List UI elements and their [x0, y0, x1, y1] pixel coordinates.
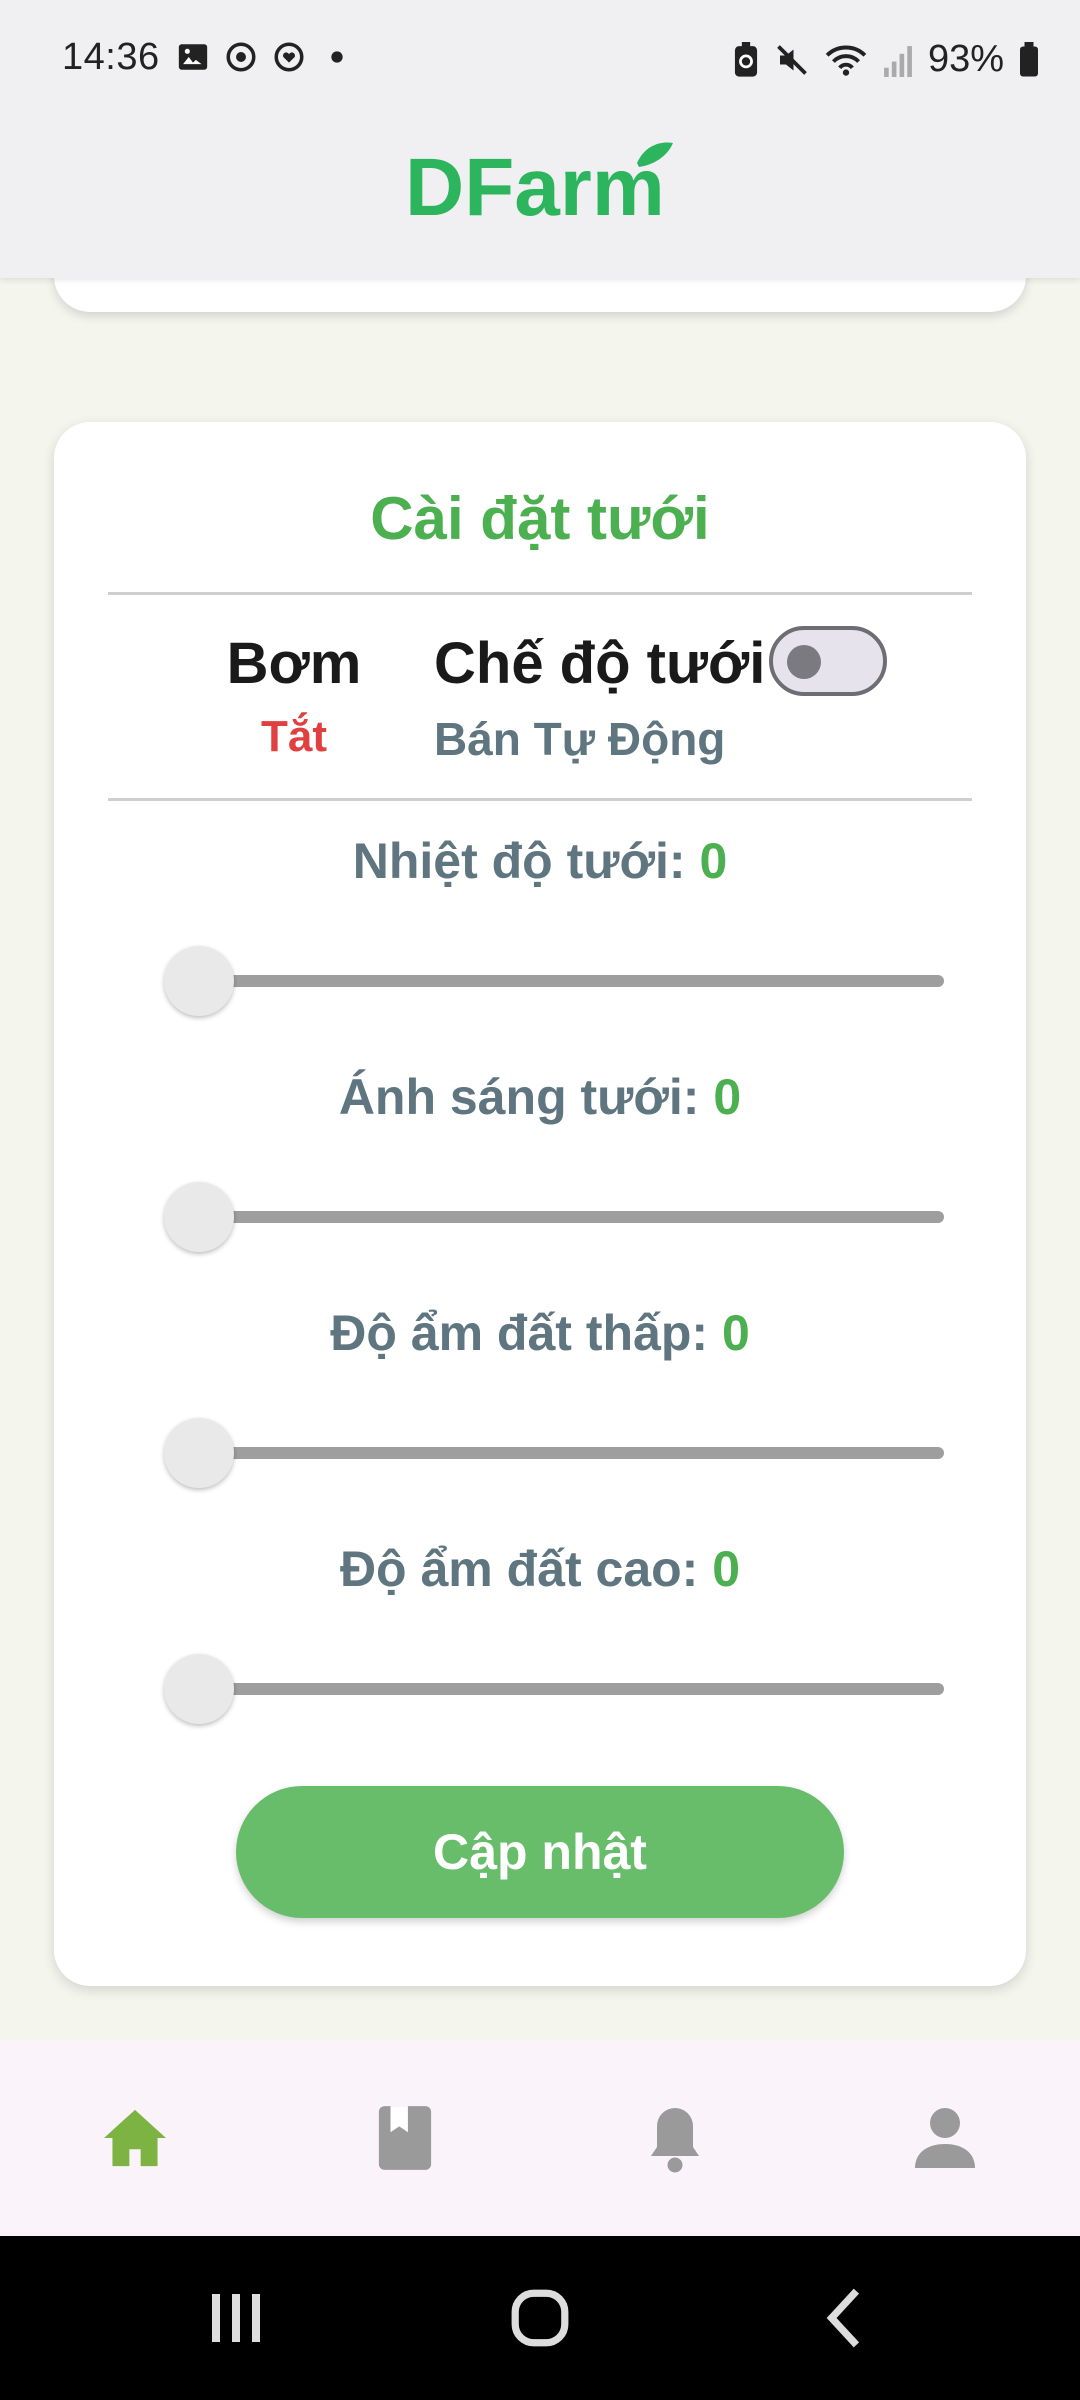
bottom-navigation — [0, 2040, 1080, 2236]
person-icon — [915, 2108, 975, 2168]
mute-icon — [777, 44, 807, 75]
status-time: 14:36 — [62, 36, 160, 78]
system-icons: 93% — [732, 38, 1040, 81]
temperature-label: Nhiệt độ tưới: 0 — [352, 833, 728, 889]
temperature-value: 0 — [699, 833, 728, 889]
irrigation-settings-card: Cài đặt tưới Bơm Tắt Chế độ tưới Bán Tự … — [54, 422, 1026, 1986]
battery-icon — [1020, 41, 1038, 76]
bell-icon — [651, 2108, 699, 2173]
battery-saver-icon — [734, 41, 758, 77]
back-icon — [826, 2288, 860, 2348]
system-navigation-bar — [0, 2236, 1080, 2400]
book-icon — [378, 2106, 432, 2170]
divider — [108, 798, 972, 801]
app-header: 14:36 93% DFarm — [0, 0, 1080, 278]
divider — [108, 592, 972, 595]
mode-label: Chế độ tưới — [434, 631, 766, 696]
home-circle-icon — [511, 2289, 569, 2347]
sync-icon — [226, 42, 256, 72]
slider-thumb[interactable] — [164, 1418, 234, 1488]
slider-track — [194, 1683, 944, 1695]
soil-moisture-high-slider[interactable] — [164, 1654, 944, 1724]
card-title: Cài đặt tưới — [370, 485, 710, 552]
slider-track — [194, 1211, 944, 1223]
soil-moisture-low-label: Độ ẩm đất thấp: 0 — [330, 1305, 750, 1361]
slider-thumb[interactable] — [164, 1654, 234, 1724]
svg-text:DFarm: DFarm — [405, 142, 665, 225]
dfarm-logo: DFarm — [0, 135, 1080, 233]
toggle-knob — [787, 645, 821, 679]
home-button[interactable] — [500, 2278, 580, 2358]
mode-toggle[interactable] — [769, 626, 887, 696]
nav-home[interactable] — [65, 2068, 205, 2208]
temperature-slider[interactable] — [164, 946, 944, 1016]
update-button[interactable]: Cập nhật — [236, 1786, 844, 1918]
slider-track — [194, 975, 944, 987]
light-value: 0 — [713, 1069, 742, 1125]
home-icon — [104, 2109, 166, 2167]
notification-icons — [176, 40, 354, 74]
soil-moisture-low-value: 0 — [721, 1305, 750, 1361]
nav-notifications[interactable] — [605, 2068, 745, 2208]
back-button[interactable] — [804, 2278, 884, 2358]
slider-thumb[interactable] — [164, 946, 234, 1016]
page-content: Cài đặt tưới Bơm Tắt Chế độ tưới Bán Tự … — [0, 0, 1080, 2040]
nav-profile[interactable] — [875, 2068, 1015, 2208]
wifi-icon — [825, 45, 867, 76]
heart-circle-icon — [274, 42, 304, 72]
status-bar: 14:36 93% — [0, 0, 1080, 124]
pump-label: Bơm — [226, 631, 362, 696]
image-icon — [178, 44, 208, 70]
slider-track — [194, 1447, 944, 1459]
battery-percent: 93% — [927, 38, 1004, 80]
signal-icon — [884, 45, 912, 77]
recent-apps-button[interactable] — [196, 2278, 276, 2358]
recents-icon — [212, 2294, 260, 2342]
mode-value: Bán Tự Động — [434, 713, 726, 765]
soil-moisture-high-value: 0 — [712, 1541, 741, 1597]
dot-icon — [331, 51, 343, 63]
soil-moisture-high-label: Độ ẩm đất cao: 0 — [339, 1541, 741, 1597]
light-label: Ánh sáng tưới: 0 — [338, 1069, 742, 1125]
light-slider[interactable] — [164, 1182, 944, 1252]
nav-book[interactable] — [335, 2068, 475, 2208]
slider-thumb[interactable] — [164, 1182, 234, 1252]
soil-moisture-low-slider[interactable] — [164, 1418, 944, 1488]
pump-status: Tắt — [261, 712, 327, 761]
